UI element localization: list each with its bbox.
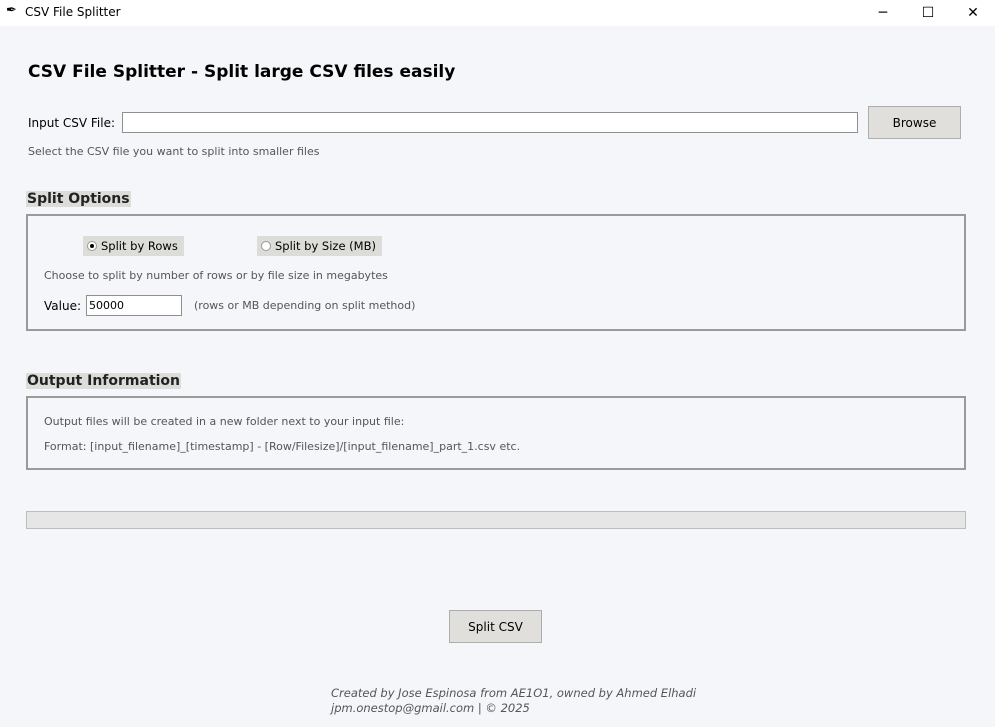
input-file-label: Input CSV File: [28,116,116,130]
radio-size-label: Split by Size (MB) [275,239,376,253]
radio-unchecked-icon [261,241,271,251]
input-file-field[interactable] [122,112,858,133]
value-input[interactable] [86,295,182,316]
split-options-heading: Split Options [26,191,131,207]
radio-checked-icon [87,241,97,251]
output-info-group [26,396,966,470]
browse-button[interactable]: Browse [868,106,961,139]
app-feather-icon: ✒ [6,3,17,18]
value-label: Value: [44,299,81,313]
output-info-line2: Format: [input_filename]_[timestamp] - [… [44,440,521,453]
output-info-line1: Output files will be created in a new fo… [44,415,405,428]
input-hint: Select the CSV file you want to split in… [28,145,320,158]
maximize-button[interactable]: ☐ [905,0,951,26]
radio-split-by-rows[interactable]: Split by Rows [83,236,184,256]
split-csv-button[interactable]: Split CSV [449,610,542,643]
footer-contact: jpm.onestop@gmail.com | © 2025 [331,701,530,715]
window-title: CSV File Splitter [25,5,121,19]
output-info-heading: Output Information [26,373,182,389]
split-hint: Choose to split by number of rows or by … [44,269,388,282]
close-button[interactable]: ✕ [950,0,995,26]
minimize-button[interactable]: ─ [860,0,906,26]
progress-bar [26,511,966,529]
footer-credits: Created by Jose Espinosa from AE1O1, own… [331,686,697,700]
title-bar: ✒ CSV File Splitter ─ ☐ ✕ [0,0,995,26]
value-hint: (rows or MB depending on split method) [194,299,416,312]
page-title: CSV File Splitter - Split large CSV file… [28,62,456,82]
radio-split-by-size[interactable]: Split by Size (MB) [257,236,382,256]
radio-rows-label: Split by Rows [101,239,178,253]
